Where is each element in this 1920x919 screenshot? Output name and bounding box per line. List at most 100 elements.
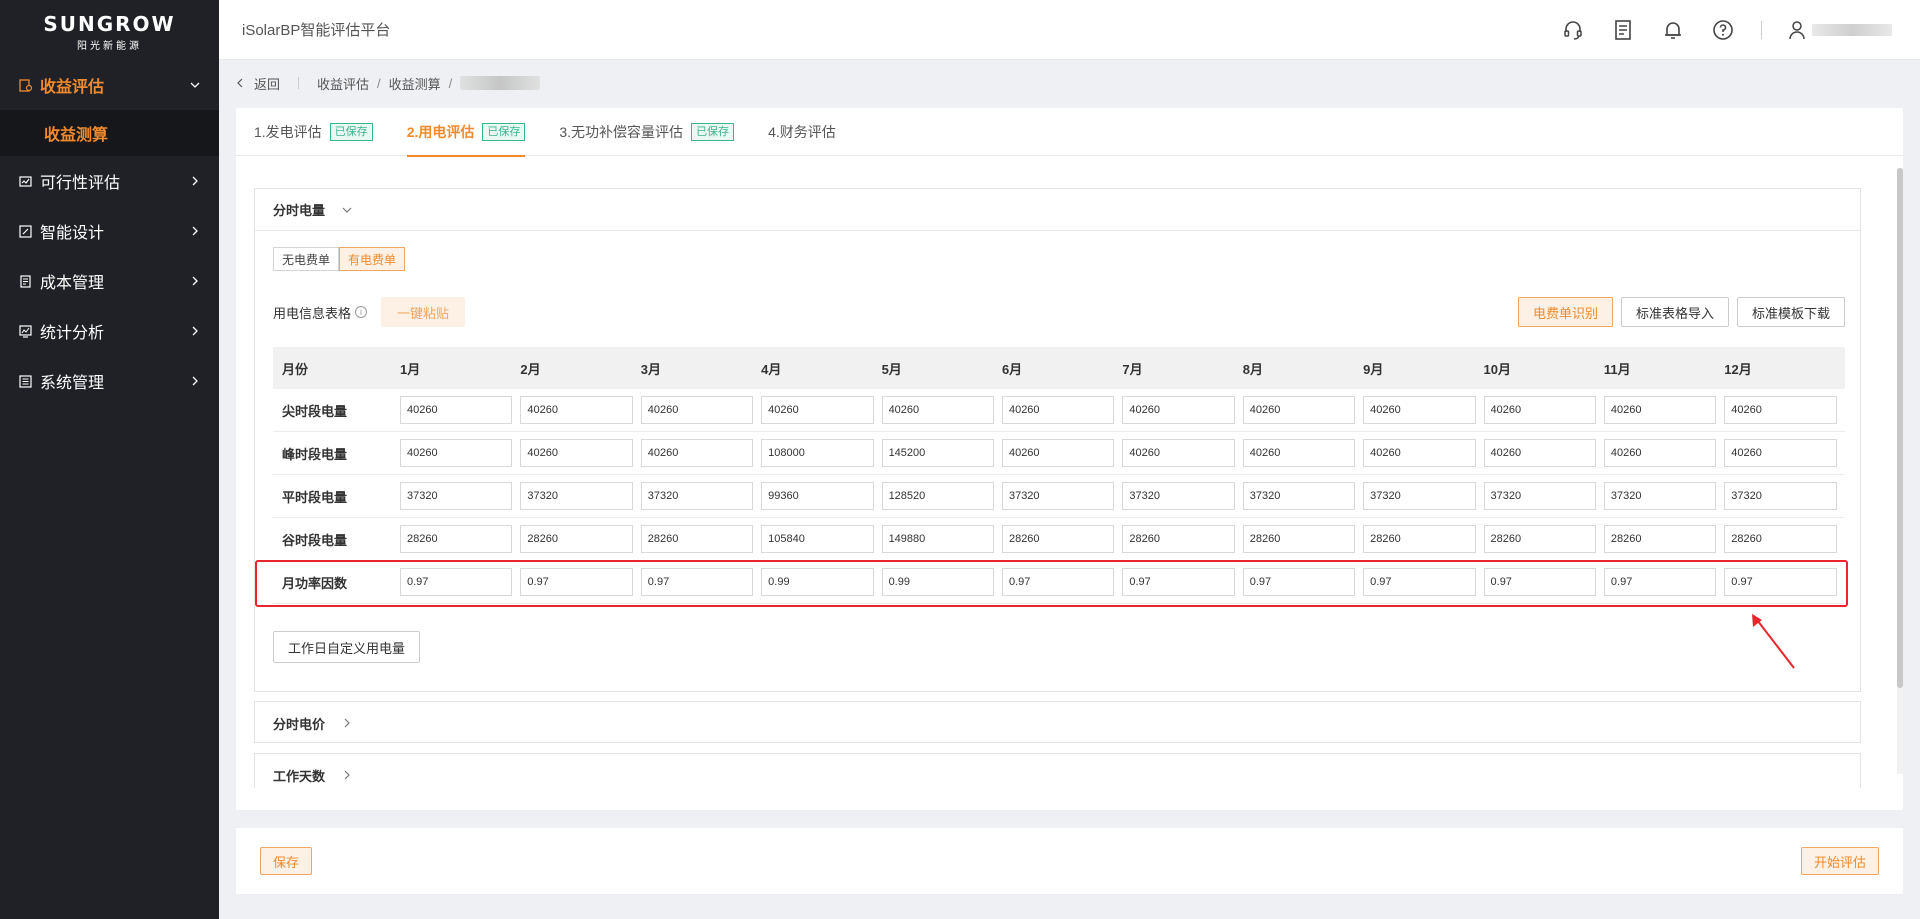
value-input[interactable] [881, 568, 994, 596]
sidebar-item-statistics[interactable]: 统计分析 [0, 306, 219, 356]
value-input[interactable] [1242, 396, 1356, 424]
value-input[interactable] [1603, 439, 1717, 467]
table-cell [640, 568, 761, 596]
value-input[interactable] [640, 525, 754, 553]
value-input[interactable] [1603, 482, 1717, 510]
value-input[interactable] [881, 525, 994, 553]
value-input[interactable] [1122, 568, 1235, 596]
info-icon[interactable]: i [355, 306, 368, 318]
value-input[interactable] [1483, 396, 1596, 424]
standard-template-download-button[interactable]: 标准模板下载 [1736, 297, 1845, 327]
value-input[interactable] [1363, 482, 1476, 510]
value-input[interactable] [1122, 439, 1235, 467]
value-input[interactable] [1001, 482, 1115, 510]
value-input[interactable] [520, 439, 633, 467]
value-input[interactable] [520, 396, 633, 424]
value-input[interactable] [1483, 525, 1596, 553]
tab-power-consumption[interactable]: 2.用电评估 已保存 [406, 108, 526, 157]
value-input[interactable] [1242, 525, 1356, 553]
start-evaluation-button[interactable]: 开始评估 [1800, 847, 1879, 875]
panel-header[interactable]: 分时电价 [255, 702, 1860, 744]
value-input[interactable] [640, 396, 754, 424]
value-input[interactable] [1724, 396, 1837, 424]
save-button[interactable]: 保存 [260, 847, 313, 875]
document-icon[interactable] [1611, 18, 1635, 42]
value-input[interactable] [400, 568, 513, 596]
value-input[interactable] [1001, 396, 1115, 424]
value-input[interactable] [400, 396, 513, 424]
value-input[interactable] [400, 525, 513, 553]
chevron-right-icon [192, 226, 198, 236]
table-cell [1001, 439, 1122, 467]
value-input[interactable] [1483, 568, 1596, 596]
value-input[interactable] [1603, 525, 1717, 553]
panel-header[interactable]: 工作天数 [255, 754, 1860, 788]
standard-table-import-button[interactable]: 标准表格导入 [1620, 297, 1729, 327]
value-input[interactable] [1363, 439, 1476, 467]
value-input[interactable] [1483, 439, 1596, 467]
value-input[interactable] [520, 568, 633, 596]
no-bill-option[interactable]: 无电费单 [273, 247, 340, 271]
value-input[interactable] [881, 396, 994, 424]
content-scroll-area: 分时电量 无电费单 有电费单 用电信息表格 i 一键粘贴 电费单识别 标准表格导… [236, 156, 1903, 788]
value-input[interactable] [1122, 525, 1235, 553]
value-input[interactable] [1001, 568, 1115, 596]
value-input[interactable] [761, 439, 874, 467]
row-label: 平时段电量 [282, 489, 348, 505]
value-input[interactable] [400, 439, 513, 467]
sidebar-subitem-revenue-calc[interactable]: 收益测算 [0, 110, 219, 156]
sidebar-item-system[interactable]: 系统管理 [0, 356, 219, 406]
sidebar-item-revenue[interactable]: 收益评估 [0, 60, 219, 110]
value-input[interactable] [1603, 568, 1717, 596]
value-input[interactable] [1724, 482, 1837, 510]
breadcrumb-level2[interactable]: 收益测算 [389, 74, 441, 93]
value-input[interactable] [761, 482, 874, 510]
value-input[interactable] [1363, 568, 1476, 596]
value-input[interactable] [1122, 396, 1235, 424]
value-input[interactable] [1724, 439, 1837, 467]
sidebar-item-cost[interactable]: 成本管理 [0, 256, 219, 306]
bill-recognition-button[interactable]: 电费单识别 [1517, 297, 1613, 327]
value-input[interactable] [640, 482, 754, 510]
with-bill-option[interactable]: 有电费单 [339, 247, 406, 271]
value-input[interactable] [1603, 396, 1717, 424]
value-input[interactable] [1242, 482, 1356, 510]
value-input[interactable] [640, 439, 754, 467]
value-input[interactable] [1242, 439, 1356, 467]
user-menu[interactable] [1788, 20, 1892, 40]
scrollbar-thumb[interactable] [1897, 168, 1903, 688]
panel-header[interactable]: 分时电量 [255, 189, 1860, 231]
value-input[interactable] [520, 525, 633, 553]
tab-financial[interactable]: 4.财务评估 [768, 108, 836, 156]
bell-icon[interactable] [1661, 18, 1685, 42]
sidebar-item-label: 系统管理 [40, 375, 105, 392]
tab-reactive-compensation[interactable]: 3.无功补偿容量评估 已保存 [559, 108, 735, 156]
sidebar-item-design[interactable]: 智能设计 [0, 206, 219, 256]
back-link[interactable]: 返回 [236, 74, 280, 93]
tab-power-generation[interactable]: 1.发电评估 已保存 [254, 108, 373, 156]
value-input[interactable] [400, 482, 513, 510]
value-input[interactable] [1001, 439, 1115, 467]
value-input[interactable] [1483, 482, 1596, 510]
value-input[interactable] [761, 568, 874, 596]
sidebar-item-feasibility[interactable]: 可行性评估 [0, 156, 219, 206]
breadcrumb-separator: / [377, 75, 381, 91]
one-click-paste-button[interactable]: 一键粘贴 [381, 297, 466, 327]
breadcrumb-level1[interactable]: 收益评估 [317, 74, 369, 93]
value-input[interactable] [1724, 525, 1837, 553]
value-input[interactable] [1363, 396, 1476, 424]
value-input[interactable] [1724, 568, 1837, 596]
value-input[interactable] [881, 439, 994, 467]
value-input[interactable] [1363, 525, 1476, 553]
value-input[interactable] [761, 525, 874, 553]
value-input[interactable] [761, 396, 874, 424]
headset-icon[interactable] [1561, 18, 1585, 42]
value-input[interactable] [1242, 568, 1356, 596]
value-input[interactable] [1001, 525, 1115, 553]
workday-custom-consumption-button[interactable]: 工作日自定义用电量 [273, 631, 421, 663]
value-input[interactable] [881, 482, 994, 510]
value-input[interactable] [520, 482, 633, 510]
value-input[interactable] [640, 568, 754, 596]
help-icon[interactable] [1711, 18, 1735, 42]
value-input[interactable] [1122, 482, 1235, 510]
